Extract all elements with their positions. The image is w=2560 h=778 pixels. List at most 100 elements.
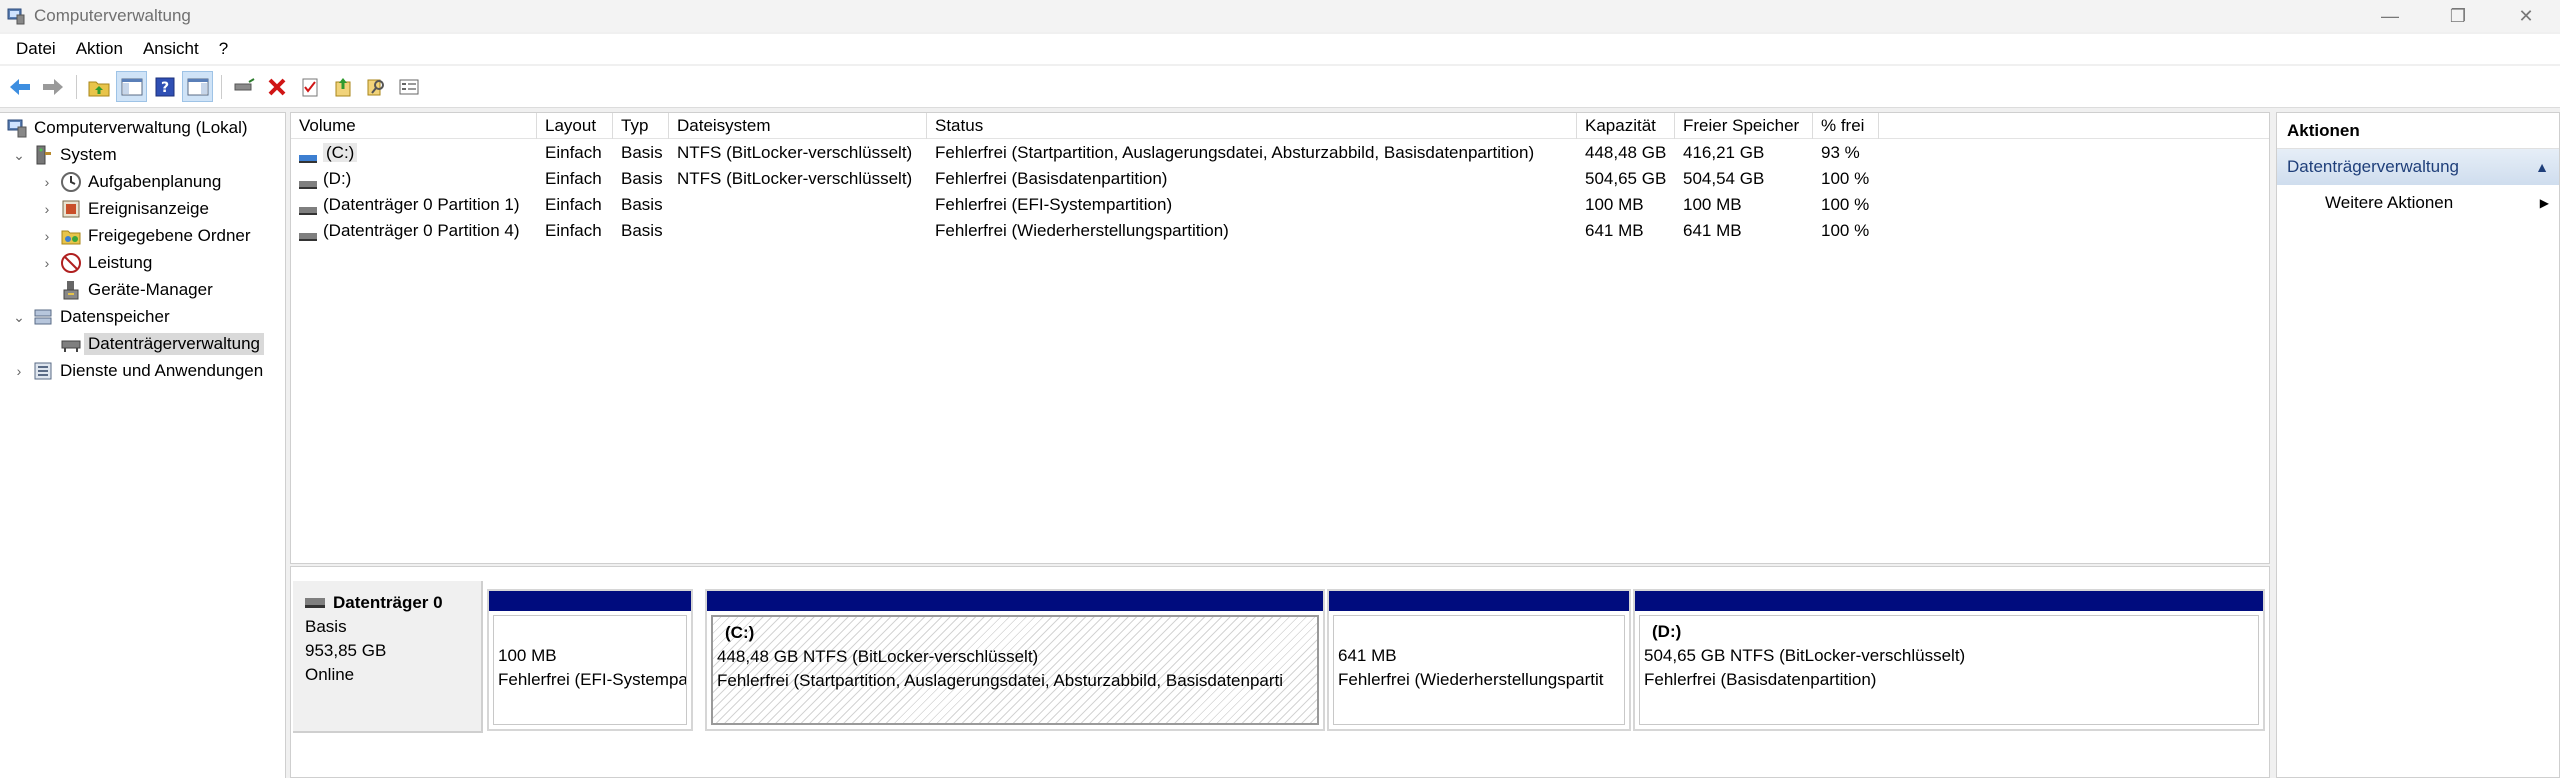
cell-layout: Einfach [545,169,602,188]
minimize-button[interactable]: — [2356,0,2424,32]
chevron-right-icon[interactable]: › [40,255,54,271]
partition-name [498,620,682,644]
shared-folder-icon [60,225,82,247]
column-header-typ[interactable]: Typ [613,113,669,139]
export-icon[interactable] [327,71,358,102]
back-icon[interactable] [4,71,35,102]
tree-root[interactable]: Computerverwaltung (Lokal) [6,115,248,141]
tree-item-freigegebene-ordner[interactable]: › Freigegebene Ordner [40,223,251,249]
actions-section-datentraegerverwaltung[interactable]: Datenträgerverwaltung ▲ [2277,149,2559,185]
partition-efi[interactable]: 100 MB Fehlerfrei (EFI-Systempa [487,589,693,731]
cell-freier-speicher: 100 MB [1683,195,1742,214]
cell-volume: (Datenträger 0 Partition 1) [291,195,537,215]
show-hide-tree-icon[interactable] [116,71,147,102]
toolbar-separator [76,74,77,99]
cell-layout: Einfach [545,221,602,240]
menu-aktion[interactable]: Aktion [66,39,133,59]
show-action-pane-icon[interactable] [182,71,213,102]
tree-item-label: Freigegebene Ordner [88,226,251,245]
table-row[interactable]: (Datenträger 0 Partition 1) Einfach Basi… [291,192,1879,218]
partition-body: (D:) 504,65 GB NTFS (BitLocker-verschlüs… [1639,615,2259,725]
services-icon [32,360,54,382]
clock-icon [60,171,82,193]
cell-status: Fehlerfrei (Wiederherstellungspartition) [935,221,1229,240]
tree-item-label: Aufgabenplanung [88,172,222,191]
tree-item-geraete-manager[interactable]: Geräte-Manager [60,277,213,303]
connect-drive-icon[interactable] [228,71,259,102]
menu-ansicht[interactable]: Ansicht [133,39,209,59]
column-header-status[interactable]: Status [927,113,1577,139]
partition-bar [1329,591,1629,611]
tree-item-datenspeicher[interactable]: ⌄ Datenspeicher [12,304,170,330]
disk-label[interactable]: Datenträger 0 Basis 953,85 GB Online [293,581,483,733]
cell-kapazitaet: 448,48 GB [1585,143,1667,162]
cell-dateisystem: NTFS (BitLocker-verschlüsselt) [677,143,913,162]
tree-root-label: Computerverwaltung (Lokal) [34,118,248,137]
restore-button[interactable]: ❐ [2424,0,2492,32]
table-row[interactable]: (Datenträger 0 Partition 4) Einfach Basi… [291,218,1879,244]
tree-item-datentraegerverwaltung[interactable]: Datenträgerverwaltung [60,331,264,357]
column-header-dateisystem[interactable]: Dateisystem [669,113,927,139]
collapse-arrow-icon[interactable]: ▲ [2535,159,2549,175]
settings-icon[interactable] [393,71,424,102]
volume-icon [299,174,317,189]
cell-layout: Einfach [545,195,602,214]
help-icon[interactable]: ? [149,71,180,102]
tree-item-leistung[interactable]: › Leistung [40,250,152,276]
tree-item-system[interactable]: ⌄ System [12,142,117,168]
menu-datei[interactable]: Datei [6,39,66,59]
partition-bar [1635,591,2263,611]
cell-freier-speicher: 504,54 GB [1683,169,1765,188]
svg-text:?: ? [160,80,168,96]
disk-icon [305,591,325,615]
partition-name [1338,620,1620,644]
cell-freier-speicher: 416,21 GB [1683,143,1765,162]
column-header-kapazitaet[interactable]: Kapazität [1577,113,1675,139]
table-row[interactable]: (D:) Einfach Basis NTFS (BitLocker-versc… [291,166,1879,192]
properties-icon[interactable] [294,71,325,102]
disk-name: Datenträger 0 [333,593,443,612]
forward-icon[interactable] [37,71,68,102]
chevron-right-icon[interactable]: › [12,363,26,379]
delete-icon[interactable] [261,71,292,102]
partition-d[interactable]: (D:) 504,65 GB NTFS (BitLocker-verschlüs… [1633,589,2265,731]
computer-management-icon [6,117,28,139]
tree-item-label: Leistung [88,253,153,272]
column-header-volume[interactable]: Volume [291,113,537,139]
cell-kapazitaet: 504,65 GB [1585,169,1667,188]
partition-status: Fehlerfrei (Basisdatenpartition) [1644,670,1877,689]
tree-item-ereignisanzeige[interactable]: › Ereignisanzeige [40,196,209,222]
storage-icon [32,306,54,328]
chevron-down-icon[interactable]: ⌄ [12,147,26,164]
partition-recovery[interactable]: 641 MB Fehlerfrei (Wiederherstellungspar… [1327,589,1631,731]
cell-volume: (Datenträger 0 Partition 4) [291,221,537,241]
chevron-right-icon[interactable]: › [40,174,54,190]
cell-status: Fehlerfrei (EFI-Systempartition) [935,195,1173,214]
column-header-layout[interactable]: Layout [537,113,613,139]
close-button[interactable]: ✕ [2492,0,2560,32]
partition-body: 100 MB Fehlerfrei (EFI-Systempa [493,615,687,725]
weitere-aktionen-item[interactable]: Weitere Aktionen ▶ [2277,185,2559,221]
chevron-down-icon[interactable]: ⌄ [12,309,26,326]
tree-item-aufgabenplanung[interactable]: › Aufgabenplanung [40,169,221,195]
table-row[interactable]: (C:) Einfach Basis NTFS (BitLocker-versc… [291,140,1879,166]
disk-size: 953,85 GB [305,641,387,660]
chevron-right-icon[interactable]: › [40,228,54,244]
tree-item-dienste-und-anwendungen[interactable]: › Dienste und Anwendungen [12,358,264,384]
column-header-prozent-frei[interactable]: % frei [1813,113,1879,139]
cell-prozent-frei: 93 % [1821,143,1860,162]
partition-c[interactable]: (C:) 448,48 GB NTFS (BitLocker-verschlüs… [705,589,1325,731]
submenu-arrow-icon: ▶ [2539,196,2549,210]
volume-list-header: Volume Layout Typ Dateisystem Status Kap… [291,113,2269,139]
volume-label: (Datenträger 0 Partition 4) [323,221,520,240]
column-header-freier-speicher[interactable]: Freier Speicher [1675,113,1813,139]
up-folder-icon[interactable] [83,71,114,102]
search-icon[interactable] [360,71,391,102]
menu-help[interactable]: ? [209,39,238,59]
tree-item-label: Datenträgerverwaltung [84,333,264,355]
cell-typ: Basis [621,143,663,162]
partition-size: 641 MB [1338,646,1397,665]
cell-kapazitaet: 100 MB [1585,195,1644,214]
chevron-right-icon[interactable]: › [40,201,54,217]
volume-label: (D:) [323,169,352,188]
